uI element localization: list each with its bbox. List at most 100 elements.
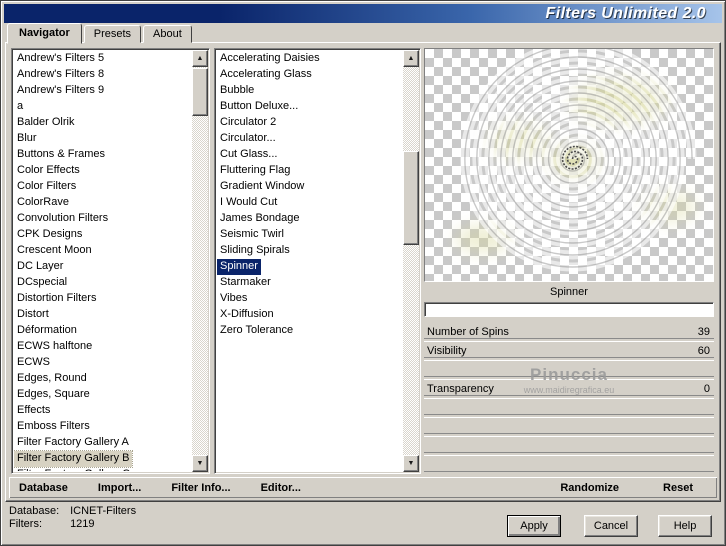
- category-item[interactable]: Edges, Round: [14, 371, 90, 387]
- filters-unlimited-window: Filters Unlimited 2.0 Navigator Presets …: [0, 0, 726, 546]
- filter-item[interactable]: Sliding Spirals: [217, 243, 293, 259]
- randomize-button[interactable]: Randomize: [560, 482, 619, 494]
- filters-count-value: 1219: [70, 518, 95, 530]
- category-item[interactable]: Andrew's Filters 9: [14, 83, 107, 99]
- apply-button[interactable]: Apply: [507, 515, 561, 537]
- parameter-row: [424, 419, 714, 438]
- category-items: Andrew's Filters 5 Andrew's Filters 8 Andr…: [14, 51, 192, 471]
- parameter-slider-track[interactable]: [424, 338, 714, 342]
- category-item[interactable]: Blur: [14, 131, 40, 147]
- tab-about[interactable]: About: [143, 25, 192, 43]
- filters-count-label: Filters:: [9, 518, 42, 530]
- filter-item[interactable]: Gradient Window: [217, 179, 307, 195]
- scroll-down-button[interactable]: ▼: [192, 455, 208, 472]
- filter-item[interactable]: Button Deluxe...: [217, 99, 301, 115]
- filter-item[interactable]: Zero Tolerance: [217, 323, 296, 339]
- parameter-slider-track[interactable]: [424, 433, 714, 437]
- reset-button[interactable]: Reset: [663, 482, 693, 494]
- category-item[interactable]: Buttons & Frames: [14, 147, 108, 163]
- parameter-slider-track[interactable]: [424, 471, 714, 474]
- category-item[interactable]: a: [14, 99, 26, 115]
- filter-item[interactable]: Spinner: [217, 259, 261, 275]
- tab-strip: Navigator Presets About: [7, 23, 194, 44]
- category-item[interactable]: Effects: [14, 403, 53, 419]
- filter-preview[interactable]: [424, 48, 714, 282]
- category-item[interactable]: Filter Factory Gallery A: [14, 435, 132, 451]
- category-item[interactable]: Color Filters: [14, 179, 79, 195]
- tab-navigator[interactable]: Navigator: [7, 23, 82, 44]
- filter-item[interactable]: Fluttering Flag: [217, 163, 293, 179]
- scrollbar-thumb[interactable]: [192, 68, 208, 116]
- category-item[interactable]: Balder Olrik: [14, 115, 77, 131]
- category-item[interactable]: Color Effects: [14, 163, 83, 179]
- filter-item[interactable]: Starmaker: [217, 275, 274, 291]
- cancel-button[interactable]: Cancel: [584, 515, 638, 537]
- parameter-value: 0: [703, 383, 710, 395]
- filter-item[interactable]: Accelerating Daisies: [217, 51, 323, 67]
- category-item[interactable]: ColorRave: [14, 195, 72, 211]
- filter-item[interactable]: Bubble: [217, 83, 257, 99]
- filter-item[interactable]: Circulator 2: [217, 115, 279, 131]
- filter-info-button[interactable]: Filter Info...: [171, 482, 230, 494]
- scroll-down-button[interactable]: ▼: [403, 455, 419, 472]
- category-scrollbar[interactable]: ▲ ▼: [192, 50, 208, 472]
- category-item[interactable]: ECWS: [14, 355, 53, 371]
- filter-item[interactable]: Circulator...: [217, 131, 279, 147]
- category-item[interactable]: ECWS halftone: [14, 339, 95, 355]
- category-item[interactable]: Andrew's Filters 8: [14, 67, 107, 83]
- window-title: Filters Unlimited 2.0: [545, 4, 706, 22]
- preview-panel: Spinner Number of Spins 39 Visibility 60 Tra…: [424, 48, 714, 474]
- filter-item[interactable]: Seismic Twirl: [217, 227, 287, 243]
- scrollbar-track[interactable]: [403, 65, 419, 457]
- parameter-row: [424, 362, 714, 381]
- bottom-toolbar: Database Import... Filter Info... Editor…: [9, 477, 717, 498]
- category-list: Andrew's Filters 5 Andrew's Filters 8 Andr…: [11, 48, 210, 474]
- category-item[interactable]: Filter Factory Gallery C: [14, 467, 133, 471]
- filter-scrollbar[interactable]: ▲ ▼: [403, 50, 419, 472]
- category-item[interactable]: Déformation: [14, 323, 80, 339]
- category-item[interactable]: Distort: [14, 307, 52, 323]
- parameter-row: Transparency 0: [424, 381, 714, 400]
- spiral-preview-image: [454, 49, 698, 272]
- category-item[interactable]: Andrew's Filters 5: [14, 51, 107, 67]
- filter-item[interactable]: I Would Cut: [217, 195, 280, 211]
- category-item[interactable]: Convolution Filters: [14, 211, 111, 227]
- parameter-slider-track[interactable]: [424, 376, 714, 380]
- parameter-value: 60: [697, 345, 710, 357]
- category-item[interactable]: CPK Designs: [14, 227, 85, 243]
- parameter-slider-track[interactable]: [424, 357, 714, 361]
- import-button[interactable]: Import...: [98, 482, 141, 494]
- help-button[interactable]: Help: [658, 515, 712, 537]
- parameter-value: 39: [697, 326, 710, 338]
- parameter-label: Visibility: [427, 345, 467, 357]
- filter-item[interactable]: X-Diffusion: [217, 307, 277, 323]
- database-status: Database: ICNET-Filters: [9, 505, 136, 517]
- parameter-label: Transparency: [427, 383, 494, 395]
- arrow-up-icon: ▲: [407, 55, 415, 62]
- category-item[interactable]: Distortion Filters: [14, 291, 99, 307]
- filter-item[interactable]: Accelerating Glass: [217, 67, 315, 83]
- filter-item[interactable]: Cut Glass...: [217, 147, 280, 163]
- arrow-down-icon: ▼: [196, 460, 204, 467]
- scrollbar-thumb[interactable]: [403, 151, 419, 245]
- category-item[interactable]: Emboss Filters: [14, 419, 93, 435]
- category-item[interactable]: Crescent Moon: [14, 243, 95, 259]
- category-item[interactable]: DC Layer: [14, 259, 66, 275]
- parameter-row: [424, 457, 714, 474]
- category-item[interactable]: Filter Factory Gallery B: [14, 450, 134, 468]
- scrollbar-track[interactable]: [192, 65, 208, 457]
- status-area: Database: ICNET-Filters Filters: 1219 Ap…: [1, 499, 725, 545]
- database-status-value: ICNET-Filters: [70, 505, 137, 517]
- database-button[interactable]: Database: [19, 482, 68, 494]
- parameter-slider-track[interactable]: [424, 452, 714, 456]
- editor-button[interactable]: Editor...: [261, 482, 301, 494]
- parameter-row: [424, 438, 714, 457]
- parameter-slider-track[interactable]: [424, 414, 714, 418]
- tab-presets[interactable]: Presets: [83, 25, 142, 43]
- parameter-slider-track[interactable]: [424, 395, 714, 399]
- category-item[interactable]: DCspecial: [14, 275, 70, 291]
- filter-item[interactable]: Vibes: [217, 291, 250, 307]
- parameter-list: Number of Spins 39 Visibility 60 Transparenc…: [424, 324, 714, 474]
- filter-item[interactable]: James Bondage: [217, 211, 303, 227]
- category-item[interactable]: Edges, Square: [14, 387, 93, 403]
